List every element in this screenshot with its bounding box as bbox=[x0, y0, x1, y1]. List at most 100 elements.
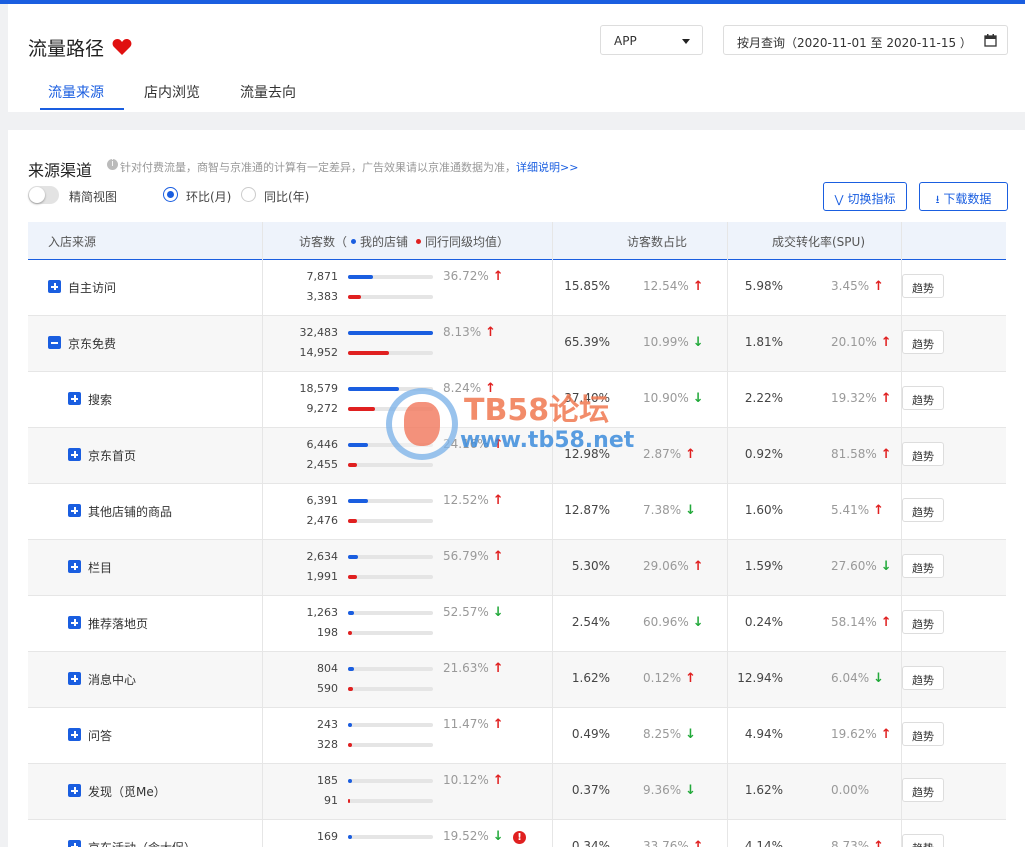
peer-visitors-bar bbox=[348, 631, 353, 635]
visitors-change: 19.52% ↓ bbox=[443, 829, 504, 844]
visitors-change-value: 52.57% bbox=[443, 605, 489, 619]
my-visitors-bar-track bbox=[348, 611, 433, 615]
section-note-text: 针对付费流量，商智与京准通的计算有一定差异，广告效果请以京准通数据为准， bbox=[120, 161, 516, 174]
peer-visitors-bar bbox=[348, 575, 357, 579]
trend-button[interactable]: 趋势 bbox=[902, 666, 944, 690]
conversion-change: 27.60% ↓ bbox=[831, 559, 892, 574]
visitors-change-value: 12.52% bbox=[443, 493, 489, 507]
visitor-share-change-value: 29.06% bbox=[643, 559, 689, 573]
download-data-button[interactable]: ⭳ 下载数据 bbox=[919, 182, 1008, 211]
expand-plus-icon[interactable] bbox=[68, 392, 81, 405]
conversion-change: 19.32% ↑ bbox=[831, 391, 892, 406]
expand-plus-icon[interactable] bbox=[68, 728, 81, 741]
conversion-change-value: 3.45% bbox=[831, 279, 870, 293]
arrow-up-icon: ↑ bbox=[873, 279, 885, 294]
header-visitors-label: 访客数（ bbox=[299, 235, 348, 249]
expand-plus-icon[interactable] bbox=[68, 672, 81, 685]
toggle-knob bbox=[29, 187, 45, 203]
my-store-visitors: 18,579 bbox=[299, 382, 339, 395]
trend-button[interactable]: 趋势 bbox=[902, 498, 944, 522]
visitor-share-change-value: 8.25% bbox=[643, 727, 682, 741]
trend-button[interactable]: 趋势 bbox=[902, 330, 944, 354]
conversion-rate: 5.98% bbox=[744, 279, 783, 293]
peer-visitors-bar-track bbox=[348, 743, 433, 747]
visitor-share-change: 7.38% ↓ bbox=[643, 503, 696, 518]
simple-view-toggle[interactable] bbox=[28, 186, 59, 204]
visitor-share-change: 10.90% ↓ bbox=[643, 391, 704, 406]
expand-plus-icon[interactable] bbox=[68, 504, 81, 517]
conversion-rate: 4.14% bbox=[744, 839, 783, 847]
my-store-visitors: 2,634 bbox=[306, 550, 339, 563]
date-range-picker[interactable]: 按月查询（2020-11-01 至 2020-11-15 ） bbox=[723, 25, 1008, 55]
detail-link[interactable]: 详细说明>> bbox=[516, 161, 578, 174]
trend-button[interactable]: 趋势 bbox=[902, 554, 944, 578]
warning-icon[interactable]: ! bbox=[513, 831, 526, 844]
my-store-visitors: 6,391 bbox=[306, 494, 339, 507]
expand-plus-icon[interactable] bbox=[48, 280, 61, 293]
expand-plus-icon[interactable] bbox=[68, 616, 81, 629]
my-visitors-bar bbox=[348, 723, 353, 727]
my-store-visitors: 804 bbox=[317, 662, 338, 675]
platform-select[interactable]: APP bbox=[600, 25, 703, 55]
expand-plus-icon[interactable] bbox=[68, 448, 81, 461]
header-visitors: 访客数（ 我的店铺 同行同级均值） bbox=[299, 233, 509, 250]
tab-store-browse[interactable]: 店内浏览 bbox=[144, 82, 200, 102]
conversion-rate: 1.59% bbox=[744, 559, 783, 573]
trend-button[interactable]: 趋势 bbox=[902, 610, 944, 634]
peer-avg-visitors: 3,383 bbox=[306, 290, 339, 303]
visitors-change-value: 36.72% bbox=[443, 269, 489, 283]
info-icon[interactable]: i bbox=[107, 159, 118, 170]
my-visitors-bar-track bbox=[348, 555, 433, 559]
table-row: 推荐落地页 1,263 198 52.57% ↓ 2.54% 60.96% ↓ 0.24% 58.… bbox=[28, 596, 1006, 652]
arrow-up-icon: ↑ bbox=[485, 325, 497, 340]
arrow-up-icon: ↑ bbox=[685, 447, 697, 462]
conversion-change-value: 27.60% bbox=[831, 559, 877, 573]
visitor-share-change: 0.12% ↑ bbox=[643, 671, 696, 686]
my-store-visitors: 185 bbox=[317, 774, 338, 787]
my-visitors-bar bbox=[348, 555, 359, 559]
row-source-name: 京东首页 bbox=[88, 449, 137, 463]
visitor-share: 1.62% bbox=[571, 671, 610, 685]
visitors-change-value: 19.52% bbox=[443, 829, 489, 843]
arrow-up-icon: ↑ bbox=[492, 717, 504, 732]
table-row: 京东首页 6,446 2,455 24.16% ↑ 12.98% 2.87% ↑ 0.92% 81… bbox=[28, 428, 1006, 484]
expand-plus-icon[interactable] bbox=[68, 560, 81, 573]
peer-visitors-bar bbox=[348, 351, 389, 355]
peer-visitors-bar-track bbox=[348, 407, 433, 411]
visitor-share-change: 60.96% ↓ bbox=[643, 615, 704, 630]
visitor-share-change-value: 10.90% bbox=[643, 391, 689, 405]
expand-plus-icon[interactable] bbox=[68, 840, 81, 847]
my-visitors-bar bbox=[348, 667, 354, 671]
tab-traffic-source[interactable]: 流量来源 bbox=[48, 82, 104, 102]
peer-avg-visitors: 198 bbox=[317, 626, 338, 639]
my-store-visitors: 6,446 bbox=[306, 438, 339, 451]
trend-button[interactable]: 趋势 bbox=[902, 778, 944, 802]
tab-traffic-destination[interactable]: 流量去向 bbox=[240, 82, 296, 102]
conversion-change: 8.73% ↑ bbox=[831, 839, 884, 847]
trend-button[interactable]: 趋势 bbox=[902, 722, 944, 746]
platform-select-value: APP bbox=[614, 34, 637, 48]
legend-my-label: 我的店铺 bbox=[360, 235, 409, 249]
visitors-change: 8.24% ↑ bbox=[443, 381, 496, 396]
visitor-share-change-value: 10.99% bbox=[643, 335, 689, 349]
conversion-rate: 1.81% bbox=[744, 335, 783, 349]
my-visitors-bar bbox=[348, 835, 353, 839]
switch-metrics-button[interactable]: ⋁ 切换指标 bbox=[823, 182, 907, 211]
conversion-change-value: 8.73% bbox=[831, 839, 870, 847]
my-visitors-bar bbox=[348, 499, 368, 503]
trend-button[interactable]: 趋势 bbox=[902, 386, 944, 410]
visitor-share-change-value: 12.54% bbox=[643, 279, 689, 293]
trend-button[interactable]: 趋势 bbox=[902, 274, 944, 298]
peer-visitors-bar-track bbox=[348, 575, 433, 579]
radio-month-over-month[interactable] bbox=[163, 187, 178, 202]
heart-icon[interactable] bbox=[112, 38, 132, 56]
trend-button[interactable]: 趋势 bbox=[902, 834, 944, 847]
radio-year-over-year[interactable] bbox=[241, 187, 256, 202]
visitor-share-change-value: 60.96% bbox=[643, 615, 689, 629]
collapse-minus-icon[interactable] bbox=[48, 336, 61, 349]
column-separator bbox=[552, 222, 553, 847]
trend-button[interactable]: 趋势 bbox=[902, 442, 944, 466]
expand-plus-icon[interactable] bbox=[68, 784, 81, 797]
peer-visitors-bar bbox=[348, 799, 350, 803]
header-card: 流量路径 APP 按月查询（2020-11-01 至 2020-11-15 ） … bbox=[8, 4, 1025, 112]
